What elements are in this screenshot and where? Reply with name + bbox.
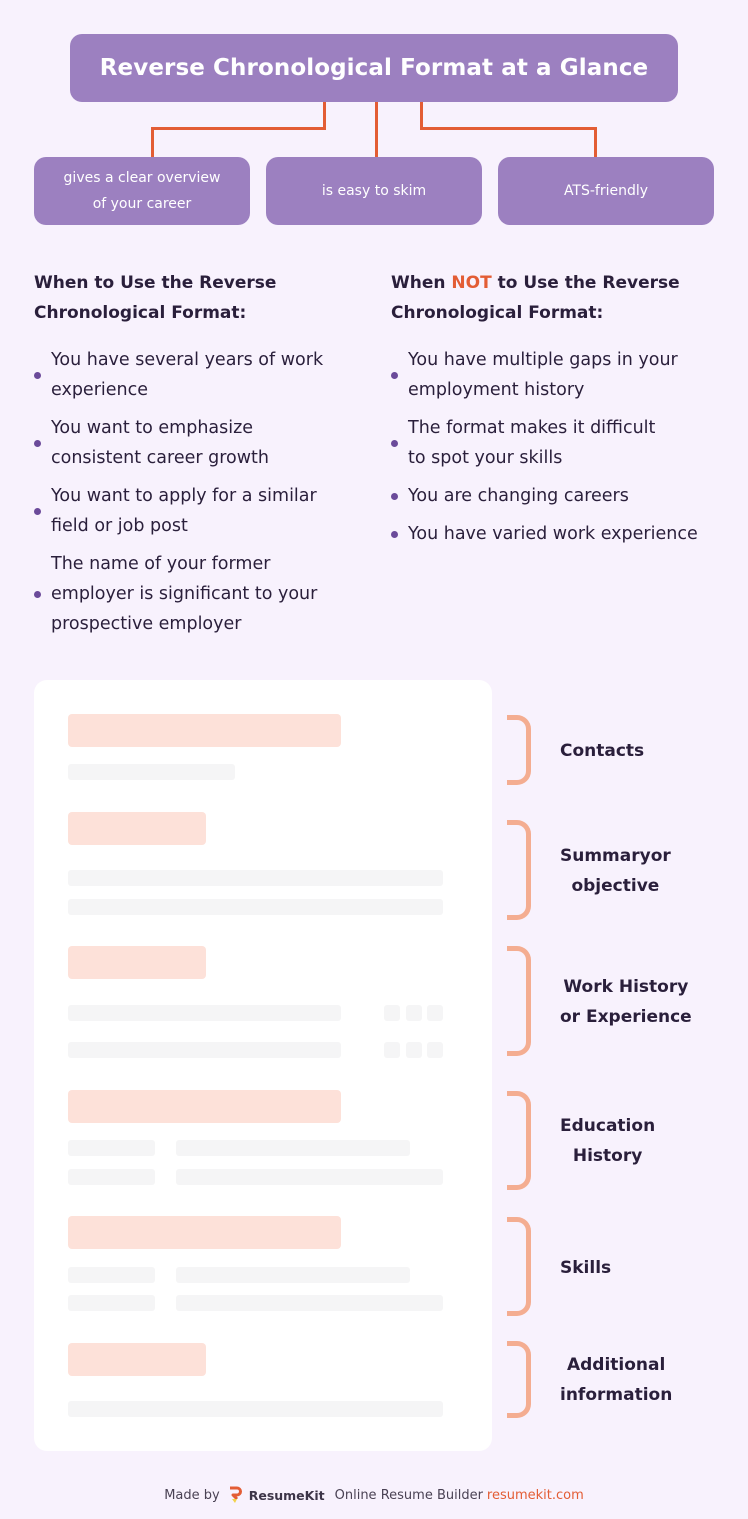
brand-name: ResumeKit [248, 1487, 325, 1503]
bullet-icon [34, 372, 41, 379]
bracket-icon [507, 1217, 531, 1316]
section-label-summary: Summaryor objective [560, 846, 671, 896]
placeholder-chip [427, 1042, 443, 1058]
bullet-icon [391, 493, 398, 500]
bracket-icon [507, 820, 531, 920]
placeholder-line [68, 1140, 155, 1156]
when-not-to-use-list: You have multiple gaps in your employment… [391, 345, 731, 557]
placeholder-line [68, 870, 443, 886]
footer: Made by ResumeKit Online Resume Builder … [0, 1484, 748, 1506]
main-title: Reverse Chronological Format at a Glance [70, 34, 678, 102]
placeholder-line [68, 1042, 341, 1058]
placeholder-heading [68, 812, 206, 845]
placeholder-chip [384, 1005, 400, 1021]
site-link[interactable]: resumekit.com [487, 1488, 584, 1503]
bracket-icon [507, 946, 531, 1056]
placeholder-chip [427, 1005, 443, 1021]
connector-center [375, 102, 378, 157]
benefit-easy-skim: is easy to skim [266, 157, 482, 225]
heading-text: to Use the Reverse [491, 273, 680, 293]
section-label-work-history: Work History or Experience [560, 977, 692, 1027]
bullet-icon [391, 372, 398, 379]
list-item: You want to emphasize consistent career g… [34, 413, 364, 473]
placeholder-heading [68, 714, 341, 747]
benefit-text: gives a clear overview [63, 170, 221, 186]
tagline: Online Resume Builder [334, 1487, 483, 1503]
placeholder-line [68, 1401, 443, 1417]
benefit-text: of your career [92, 196, 192, 212]
connector-right [420, 127, 597, 130]
when-not-to-use-heading: When NOT to Use the Reverse Chronologica… [391, 268, 680, 328]
bracket-icon [507, 715, 531, 785]
placeholder-heading [68, 1343, 206, 1376]
list-item: You are changing careers [391, 481, 731, 511]
list-item: The name of your former employer is signi… [34, 549, 364, 639]
bullet-icon [391, 440, 398, 447]
placeholder-line [68, 1295, 155, 1311]
placeholder-heading [68, 946, 206, 979]
placeholder-chip [406, 1042, 422, 1058]
placeholder-heading [68, 1216, 341, 1249]
placeholder-line [176, 1295, 443, 1311]
connector-left [151, 127, 154, 157]
heading-text: When [391, 273, 452, 293]
heading-line: Chronological Format: [391, 303, 604, 323]
when-to-use-list: You have several years of work experience… [34, 345, 364, 647]
section-label-contacts: Contacts [560, 741, 645, 761]
benefit-text: is easy to skim [321, 183, 427, 199]
section-label-additional: Additional information [560, 1355, 673, 1405]
heading-line: When to Use the Reverse [34, 273, 277, 293]
connector-left [323, 102, 326, 129]
bullet-icon [391, 531, 398, 538]
made-by-label: Made by [164, 1487, 220, 1503]
list-item: The format makes it difficult to spot you… [391, 413, 731, 473]
list-item: You have several years of work experience [34, 345, 364, 405]
placeholder-heading [68, 1090, 341, 1123]
bullet-icon [34, 591, 41, 598]
list-item: You have multiple gaps in your employment… [391, 345, 731, 405]
placeholder-line [68, 1169, 155, 1185]
bracket-icon [507, 1341, 531, 1418]
placeholder-chip [406, 1005, 422, 1021]
heading-highlight: NOT [451, 273, 492, 293]
placeholder-line [68, 899, 443, 915]
heading-line: Chronological Format: [34, 303, 247, 323]
benefit-clear-overview: gives a clear overview of your career [34, 157, 250, 225]
placeholder-line [176, 1169, 443, 1185]
placeholder-line [68, 764, 235, 780]
section-label-education: Education History [560, 1116, 656, 1166]
when-to-use-heading: When to Use the Reverse Chronological Fo… [34, 268, 276, 328]
placeholder-line [176, 1140, 410, 1156]
connector-right [420, 102, 423, 129]
bullet-icon [34, 508, 41, 515]
benefit-ats-friendly: ATS-friendly [498, 157, 714, 225]
bullet-icon [34, 440, 41, 447]
placeholder-chip [384, 1042, 400, 1058]
connector-right [594, 127, 597, 157]
placeholder-line [68, 1005, 341, 1021]
connector-left [151, 127, 326, 130]
placeholder-line [176, 1267, 410, 1283]
resumekit-logo-icon [228, 1486, 242, 1504]
benefit-text: ATS-friendly [563, 183, 649, 199]
section-label-skills: Skills [560, 1258, 612, 1278]
bracket-icon [507, 1091, 531, 1190]
list-item: You want to apply for a similar field or … [34, 481, 364, 541]
placeholder-line [68, 1267, 155, 1283]
resume-mockup [34, 680, 492, 1451]
list-item: You have varied work experience [391, 519, 731, 549]
